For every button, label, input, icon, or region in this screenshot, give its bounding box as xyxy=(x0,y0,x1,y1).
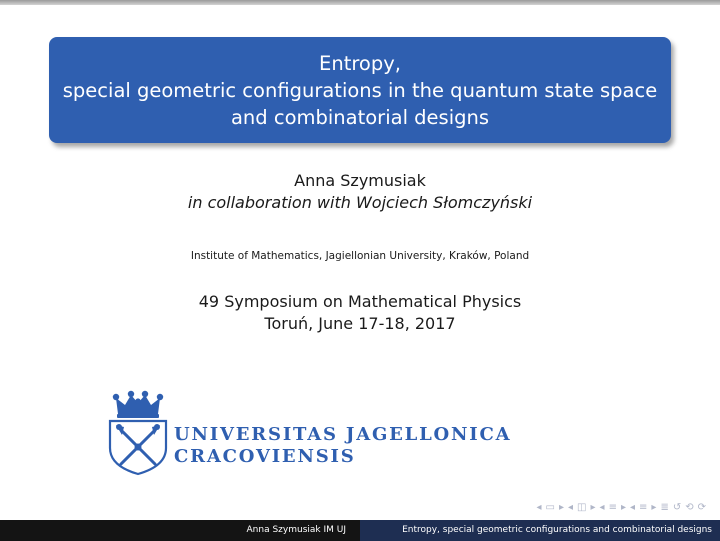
author-name: Anna Szymusiak xyxy=(294,171,426,190)
jagiellonian-crest-icon xyxy=(108,390,168,476)
title-line-1: Entropy, xyxy=(319,51,401,75)
nav-align-icon[interactable]: ≣ xyxy=(660,502,668,513)
university-name: UNIVERSITAS JAGELLONICA CRACOVIENSIS xyxy=(174,424,511,468)
nav-next-subsection-icon[interactable]: ▸ xyxy=(591,502,596,513)
footer-author: Anna Szymusiak IM UJ xyxy=(0,520,360,541)
title-line-2: special geometric configurations in the … xyxy=(62,78,658,102)
conference-name: 49 Symposium on Mathematical Physics xyxy=(198,292,522,311)
nav-prev-subsection-icon[interactable]: ◂ xyxy=(568,502,573,513)
institute: Institute of Mathematics, Jagiellonian U… xyxy=(190,250,530,262)
nav-subsection-icon[interactable]: ◫ xyxy=(577,502,586,513)
nav-section-icon[interactable]: ≡ xyxy=(609,502,617,513)
nav-next-section-icon[interactable]: ▸ xyxy=(621,502,626,513)
beamer-navigation: ◂ ▭ ▸ ◂ ◫ ▸ ◂ ≡ ▸ ◂ ≡ ▸ ≣ ↺ ⟲ ⟳ xyxy=(537,500,707,514)
nav-next-frame-icon[interactable]: ▸ xyxy=(559,502,564,513)
title-line-3: and combinatorial designs xyxy=(230,105,490,129)
nav-next-part-icon[interactable]: ▸ xyxy=(651,502,656,513)
collaboration-note: in collaboration with Wojciech Słomczyńs… xyxy=(187,193,533,212)
nav-frame-icon[interactable]: ▭ xyxy=(546,502,555,513)
title-box: Entropy, special geometric configuration… xyxy=(49,37,671,143)
university-name-line-1: UNIVERSITAS JAGELLONICA xyxy=(174,424,512,445)
nav-prev-section-icon[interactable]: ◂ xyxy=(600,502,605,513)
nav-prev-frame-icon[interactable]: ◂ xyxy=(537,502,542,513)
conference-location-date: Toruń, June 17-18, 2017 xyxy=(264,314,456,333)
nav-part-icon[interactable]: ≡ xyxy=(639,502,647,513)
university-name-line-2: CRACOVIENSIS xyxy=(174,446,356,467)
footer-title: Entropy, special geometric configuration… xyxy=(360,520,720,541)
nav-prev-part-icon[interactable]: ◂ xyxy=(630,502,635,513)
nav-search-icon[interactable]: ↺ xyxy=(673,502,681,513)
footer-bar: Anna Szymusiak IM UJ Entropy, special ge… xyxy=(0,520,720,541)
nav-forward-icon[interactable]: ⟳ xyxy=(698,502,706,513)
nav-back-icon[interactable]: ⟲ xyxy=(685,502,693,513)
top-bar xyxy=(0,0,720,5)
